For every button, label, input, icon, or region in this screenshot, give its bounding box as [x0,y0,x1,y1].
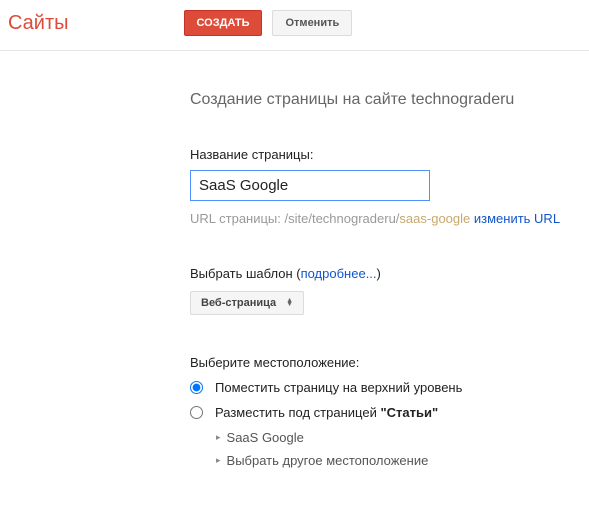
template-section: Выбрать шаблон (подробнее...) Веб-страни… [190,266,589,315]
page-name-label: Название страницы: [190,147,589,162]
template-label-close: ) [377,266,381,281]
content-area: Создание страницы на сайте technograderu… [0,51,589,468]
radio-under-label: Разместить под страницей "Статьи" [215,405,438,420]
create-button[interactable]: СОЗДАТЬ [184,10,263,36]
tree-item-other[interactable]: ▸ Выбрать другое местоположение [216,453,589,468]
location-tree: ▸ SaaS Google ▸ Выбрать другое местополо… [216,430,589,468]
tree-item-saas[interactable]: ▸ SaaS Google [216,430,589,445]
location-option-top[interactable]: Поместить страницу на верхний уровень [190,380,589,395]
template-label: Выбрать шаблон (подробнее...) [190,266,589,281]
template-more-link[interactable]: подробнее... [301,266,377,281]
template-label-text: Выбрать шаблон ( [190,266,301,281]
app-header: Сайты СОЗДАТЬ Отменить [0,0,589,51]
template-select[interactable]: Веб-страница ▲▼ [190,291,304,315]
radio-under[interactable] [190,406,203,419]
location-section: Выберите местоположение: Поместить стран… [190,355,589,468]
tree-item-label: SaaS Google [227,430,304,445]
change-url-link[interactable]: изменить URL [474,211,560,226]
page-name-input[interactable] [190,170,430,201]
page-title: Создание страницы на сайте technograderu [190,91,589,109]
caret-icon: ▸ [216,432,221,443]
url-row: URL страницы: /site/technograderu/saas-g… [190,211,589,226]
radio-under-page: "Статьи" [380,405,438,420]
caret-icon: ▸ [216,455,221,466]
radio-top[interactable] [190,381,203,394]
url-path: /site/technograderu/ [285,211,400,226]
template-selected-value: Веб-страница [201,297,276,309]
radio-top-label: Поместить страницу на верхний уровень [215,380,462,395]
tree-other-label: Выбрать другое местоположение [227,453,429,468]
location-label: Выберите местоположение: [190,355,589,370]
brand-logo: Сайты [8,12,69,35]
url-prefix-label: URL страницы: [190,211,285,226]
url-slug: saas-google [399,211,470,226]
cancel-button[interactable]: Отменить [272,10,352,36]
location-option-under[interactable]: Разместить под страницей "Статьи" [190,405,589,420]
updown-icon: ▲▼ [286,299,293,307]
radio-under-prefix: Разместить под страницей [215,405,380,420]
